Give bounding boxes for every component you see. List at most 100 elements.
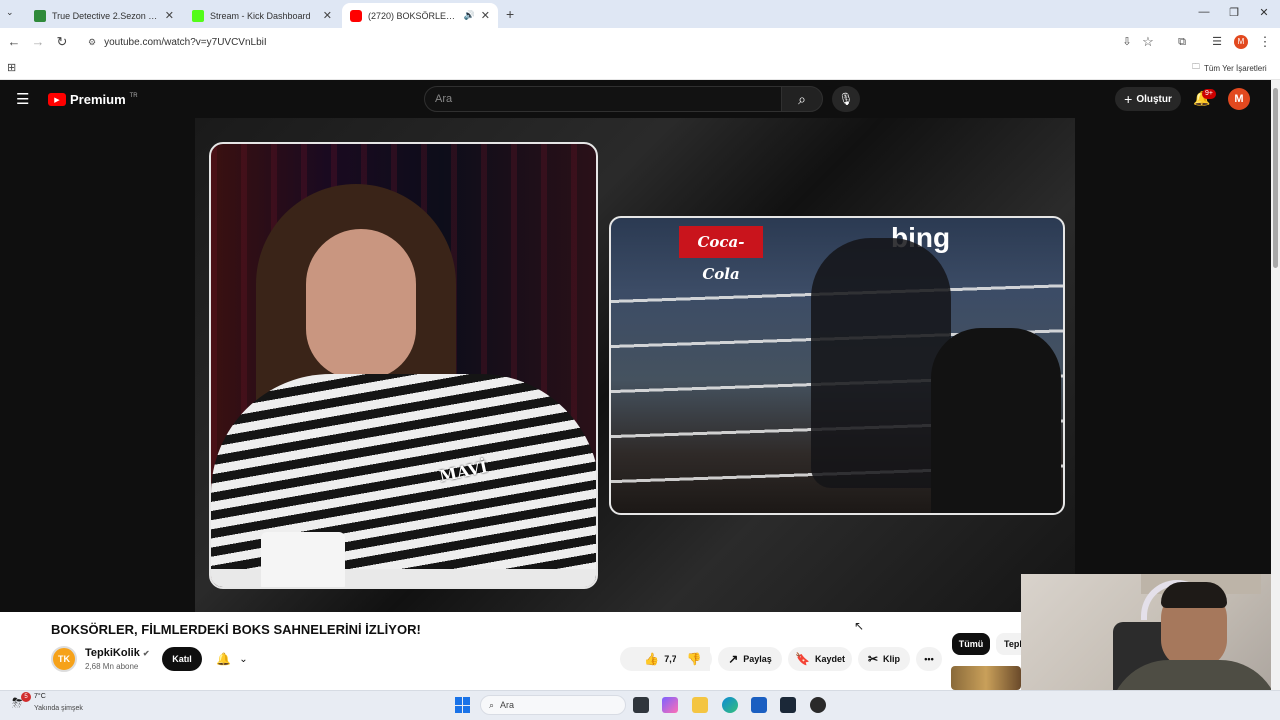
youtube-logo[interactable]: ▶ Premium TR	[48, 92, 138, 107]
chip-all[interactable]: Tümü	[952, 633, 990, 655]
close-icon[interactable]: ✕	[165, 9, 174, 22]
tab-kick-dashboard[interactable]: Stream - Kick Dashboard ✕	[184, 3, 340, 28]
account-avatar[interactable]: M	[1228, 88, 1250, 110]
share-button[interactable]: ↗ Paylaş	[718, 647, 782, 671]
start-tile	[463, 697, 470, 705]
taskbar-search-label: Ara	[500, 700, 515, 710]
more-actions-button[interactable]: •••	[916, 647, 942, 671]
steam-icon[interactable]	[780, 697, 796, 713]
tab-title: (2720) BOKSÖRLER, FİLMLE	[368, 10, 458, 21]
subscriber-count: 2,68 Mn abone	[85, 662, 139, 671]
logo-region: TR	[129, 92, 138, 99]
apps-grid-icon[interactable]: ⊞	[7, 61, 16, 74]
save-label: Kaydet	[814, 654, 845, 664]
join-button[interactable]: Katıl	[162, 647, 202, 671]
kick-icon	[192, 9, 204, 22]
weather-badge: 5	[21, 692, 31, 702]
bookmark-icon: 🔖	[795, 652, 810, 666]
forward-icon[interactable]: →	[30, 34, 46, 50]
plus-icon: +	[1124, 91, 1133, 107]
streamer-hair	[1161, 582, 1227, 608]
coca-cola-banner: Coca-Cola	[679, 226, 763, 283]
start-tile	[463, 705, 470, 713]
reading-list-icon[interactable]: ☰	[1209, 34, 1225, 50]
movie-clip-frame: Coca-Cola bing	[609, 216, 1065, 515]
url-text[interactable]: youtube.com/watch?v=y7UVCVnLbiI	[104, 37, 267, 48]
bell-icon: 🔔	[216, 652, 232, 666]
extensions-icon[interactable]: ⧉	[1174, 34, 1190, 50]
install-app-icon[interactable]: ⇩	[1119, 34, 1135, 50]
youtube-play-icon: ▶	[48, 93, 66, 106]
windows-start-icon[interactable]	[455, 697, 471, 713]
copilot-icon[interactable]	[662, 697, 678, 713]
more-horizontal-icon: •••	[924, 654, 934, 664]
share-icon: ↗	[728, 652, 739, 666]
video-title: BOKSÖRLER, FİLMLERDEKİ BOKS SAHNELERİNİ …	[51, 622, 421, 637]
channel-avatar[interactable]: TK	[51, 646, 77, 672]
thumbs-up-icon: 👍	[644, 652, 660, 666]
restore-icon[interactable]: ❐	[1224, 6, 1244, 19]
clip-button[interactable]: ✂ Klip	[858, 647, 910, 671]
verified-icon: ✔	[142, 649, 150, 658]
chevron-down-icon: ⌄	[239, 653, 248, 665]
weather-description[interactable]: Yakında şimşek	[34, 705, 83, 712]
search-input[interactable]: Ara	[424, 86, 782, 112]
notification-badge: 9+	[1202, 89, 1216, 99]
close-icon[interactable]: ✕	[323, 9, 332, 22]
all-bookmarks-button[interactable]: 🗀 Tüm Yer İşaretleri	[1192, 61, 1267, 75]
person-face	[306, 229, 416, 379]
youtube-icon	[350, 9, 362, 22]
tv-icon	[34, 9, 46, 22]
create-button[interactable]: + Oluştur	[1115, 87, 1181, 111]
scissors-icon: ✂	[867, 652, 879, 666]
dislike-button[interactable]: 👎	[676, 647, 712, 671]
bookmark-star-icon[interactable]: ☆	[1140, 34, 1156, 50]
bookmarks-label: Tüm Yer İşaretleri	[1204, 63, 1267, 73]
profile-avatar[interactable]: M	[1234, 35, 1248, 49]
weather-temperature[interactable]: 7°C	[34, 693, 46, 700]
mouse-cursor-icon: ↖	[854, 619, 865, 633]
voice-search-button[interactable]: 🎙	[832, 86, 860, 112]
microphone-icon: 🎙	[838, 92, 854, 106]
robot-fighter	[811, 238, 951, 488]
recommended-video-thumbnail[interactable]	[951, 666, 1021, 690]
tab-list-chevron-icon[interactable]: ⌄	[6, 7, 14, 18]
new-tab-button[interactable]: +	[506, 6, 514, 22]
folder-icon: 🗀	[1192, 62, 1200, 71]
task-view-icon[interactable]	[633, 697, 649, 713]
tab-title: Stream - Kick Dashboard	[210, 10, 311, 21]
edge-icon[interactable]	[722, 697, 738, 713]
tab-title: True Detective 2.Sezon 3.Bölüm	[52, 10, 159, 21]
speaker-icon[interactable]: 🔊	[464, 10, 475, 21]
address-bar[interactable]: ⚙ youtube.com/watch?v=y7UVCVnLbiI	[80, 31, 1160, 53]
back-icon[interactable]: ←	[6, 34, 22, 50]
tab-youtube[interactable]: (2720) BOKSÖRLER, FİLMLE 🔊 ✕	[342, 3, 498, 28]
share-label: Paylaş	[743, 654, 772, 664]
save-button[interactable]: 🔖 Kaydet	[788, 647, 852, 671]
channel-name-text[interactable]: TepkiKolik	[85, 647, 140, 659]
search-icon: ⌕	[798, 91, 806, 107]
minimize-icon[interactable]: —	[1194, 6, 1214, 18]
site-info-icon[interactable]: ⚙	[88, 37, 96, 48]
reload-icon[interactable]: ↻	[54, 34, 70, 50]
tab-true-detective[interactable]: True Detective 2.Sezon 3.Bölüm ✕	[26, 3, 182, 28]
channel-name[interactable]: TepkiKolik ✔	[85, 647, 150, 659]
browser-menu-icon[interactable]: ⋮	[1257, 34, 1273, 50]
close-window-icon[interactable]: ✕	[1254, 6, 1274, 19]
mug	[261, 532, 345, 587]
scrollbar-thumb[interactable]	[1273, 88, 1278, 268]
hamburger-menu-icon[interactable]: ☰	[16, 90, 29, 108]
reactor-camera-frame: MAVİ	[209, 142, 598, 589]
search-button[interactable]: ⌕	[781, 86, 823, 112]
obs-icon[interactable]	[810, 697, 826, 713]
create-label: Oluştur	[1136, 93, 1172, 105]
store-icon[interactable]	[751, 697, 767, 713]
file-explorer-icon[interactable]	[692, 697, 708, 713]
logo-text: Premium	[70, 92, 126, 107]
thumbs-down-icon: 👎	[686, 652, 702, 666]
man-in-foreground	[931, 328, 1061, 513]
close-icon[interactable]: ✕	[481, 9, 490, 22]
start-tile	[455, 705, 462, 713]
subscription-bell-button[interactable]: 🔔 ⌄	[208, 647, 256, 671]
taskbar-search[interactable]: ⌕ Ara	[480, 695, 626, 715]
